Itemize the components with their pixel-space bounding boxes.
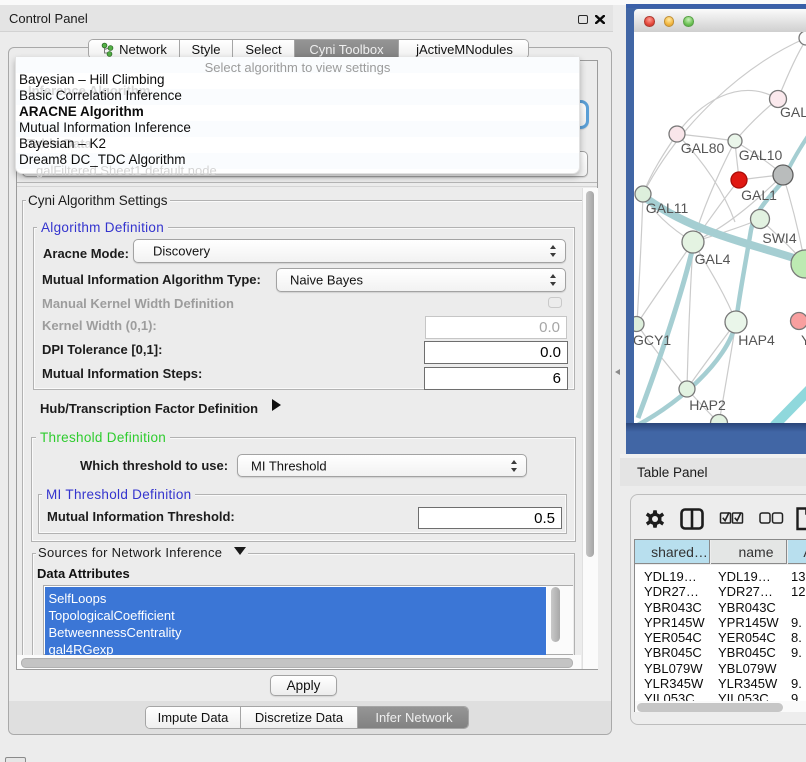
svg-text:GAL4: GAL4 [695, 251, 731, 267]
svg-text:HAP4: HAP4 [738, 332, 775, 348]
svg-text:GAL1: GAL1 [741, 187, 777, 203]
svg-text:GCY1: GCY1 [634, 332, 671, 348]
svg-text:GAL7: GAL7 [780, 104, 806, 120]
svg-text:HAP2: HAP2 [689, 397, 726, 413]
svg-text:GAL10: GAL10 [739, 147, 783, 163]
svg-text:SWI4: SWI4 [762, 230, 796, 246]
svg-text:GAL80: GAL80 [681, 140, 725, 156]
svg-text:YPL: YPL [801, 332, 806, 348]
svg-text:GAL11: GAL11 [646, 200, 689, 216]
